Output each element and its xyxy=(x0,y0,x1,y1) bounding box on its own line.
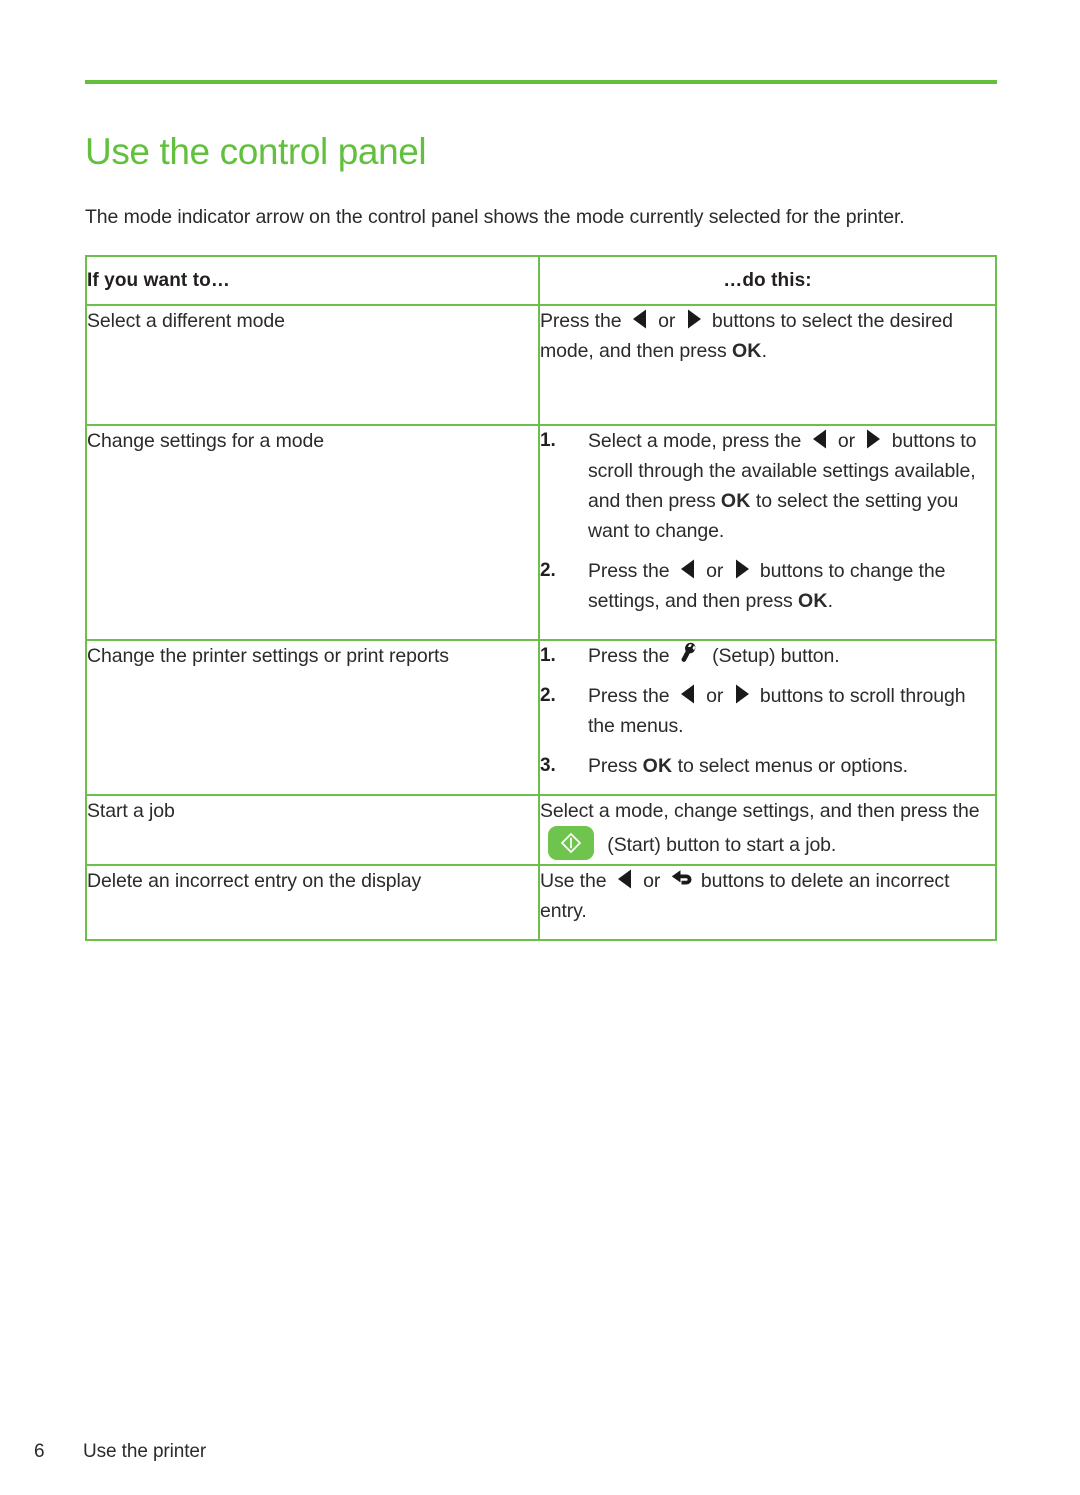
start-button-icon[interactable] xyxy=(547,826,594,860)
page-title: Use the control panel xyxy=(85,130,427,172)
step-number: 3. xyxy=(539,755,556,776)
footer-section-label: Use the printer xyxy=(83,1441,207,1462)
step-item: 1. Select a mode, press the or buttons to… xyxy=(540,426,995,546)
step-list: 1. Select a mode, press the or buttons to… xyxy=(540,426,995,616)
document-page: Use the control panel The mode indicator… xyxy=(0,0,1080,1495)
task-cell: Select a different mode xyxy=(85,304,540,426)
ok-keyword: OK xyxy=(642,755,673,777)
task-cell: Start a job xyxy=(85,794,540,866)
action-cell: 1. Press the (Setup) button. 2. Press the o… xyxy=(537,639,998,796)
ok-keyword: OK xyxy=(720,490,751,512)
right-arrow-icon xyxy=(863,428,883,450)
step-text: Press OK to select menus or options. xyxy=(587,755,908,777)
right-arrow-icon xyxy=(732,558,752,580)
step-number: 2. xyxy=(539,685,556,706)
table-row: Change settings for a mode 1. Select a mod… xyxy=(85,424,998,641)
action-cell: 1. Select a mode, press the or buttons to… xyxy=(537,424,998,641)
task-cell: Change settings for a mode xyxy=(85,424,540,641)
left-arrow-icon xyxy=(810,428,830,450)
step-text: Press the (Setup) button. xyxy=(588,641,995,671)
table-header-row: If you want to… …do this: xyxy=(85,255,998,306)
action-cell: Select a mode, change settings, and then… xyxy=(537,794,998,866)
step-number: 1. xyxy=(539,645,556,666)
table-row: Delete an incorrect entry on the display… xyxy=(85,864,998,941)
left-arrow-icon xyxy=(615,868,635,890)
step-list: 1. Press the (Setup) button. 2. Press the o… xyxy=(540,641,995,781)
header-rule xyxy=(85,80,997,84)
table-body: Select a different mode Press the or butt… xyxy=(85,304,998,941)
step-item: 2. Press the or buttons to change the set… xyxy=(540,556,995,616)
column-header-task: If you want to… xyxy=(85,255,540,306)
action-text: Select a mode, change settings, and then… xyxy=(540,796,995,860)
wrench-setup-icon xyxy=(679,642,703,666)
step-text: Press the or buttons to scroll through t… xyxy=(587,683,966,737)
footer-page-number: 6 xyxy=(34,1441,45,1462)
action-cell: Use the or buttons to delete an incorrec… xyxy=(537,864,998,941)
right-arrow-icon xyxy=(684,308,704,330)
control-panel-table: If you want to… …do this: Select a diffe… xyxy=(85,255,998,941)
ok-keyword: OK xyxy=(731,340,762,362)
left-arrow-icon xyxy=(678,683,698,705)
ok-keyword: OK xyxy=(797,590,828,612)
action-cell: Press the or buttons to select the desir… xyxy=(537,304,998,426)
step-text: Select a mode, press the or buttons to s… xyxy=(587,428,977,542)
back-arrow-icon xyxy=(669,867,693,891)
step-text: Press the or buttons to change the setti… xyxy=(587,558,946,612)
table-row: Select a different mode Press the or butt… xyxy=(85,304,998,426)
left-arrow-icon xyxy=(678,558,698,580)
table-row: Start a job Select a mode, change setting… xyxy=(85,794,998,866)
step-item: 2. Press the or buttons to scroll through… xyxy=(540,681,995,741)
step-item: 1. Press the (Setup) button. xyxy=(540,641,995,671)
step-number: 2. xyxy=(539,560,556,581)
task-cell: Change the printer settings or print rep… xyxy=(85,639,540,796)
right-arrow-icon xyxy=(732,683,752,705)
left-arrow-icon xyxy=(630,308,650,330)
intro-paragraph: The mode indicator arrow on the control … xyxy=(85,205,905,228)
task-cell: Delete an incorrect entry on the display xyxy=(85,864,540,941)
action-text: Use the or buttons to delete an incorrec… xyxy=(540,866,995,926)
table-row: Change the printer settings or print rep… xyxy=(85,639,998,796)
column-header-action: …do this: xyxy=(537,255,998,306)
step-item: 3. Press OK to select menus or options. xyxy=(540,751,995,781)
action-text: Press the or buttons to select the desir… xyxy=(539,308,953,362)
step-number: 1. xyxy=(539,430,556,451)
